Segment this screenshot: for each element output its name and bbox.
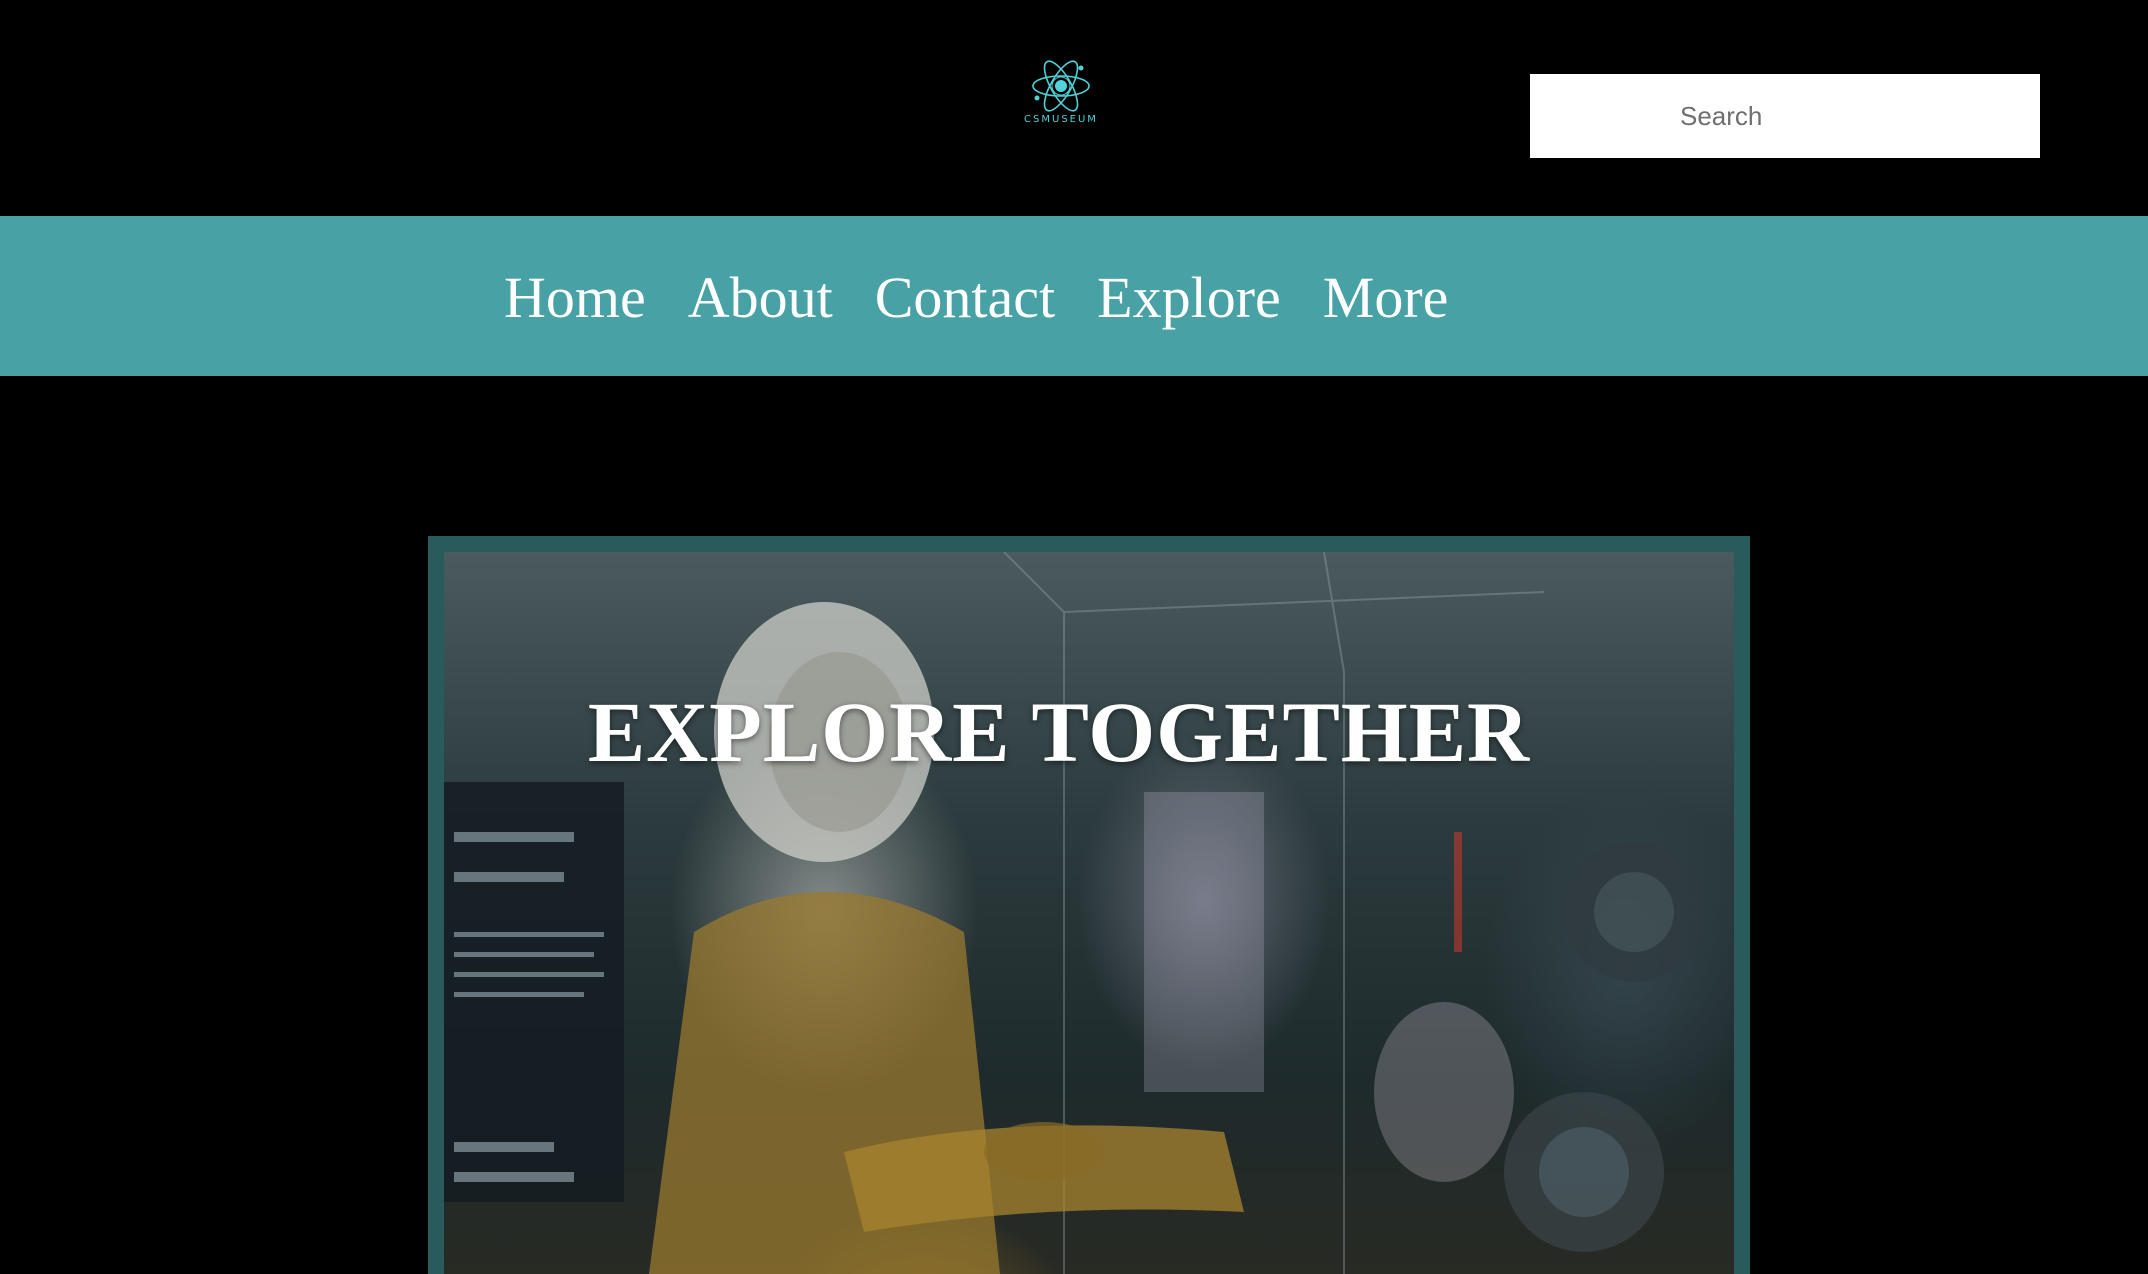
logo-text: CSMUSEUM [1024,114,1098,125]
search-box[interactable] [1530,74,2040,158]
hero-image: EXPLORE TOGETHER [444,552,1734,1274]
nav-list: Home About Contact Explore More [504,216,1490,376]
astronaut-exhibit-image [444,552,1704,1274]
museum-logo[interactable]: CSMUSEUM [1021,58,1101,134]
nav-item-more[interactable]: More [1323,265,1449,327]
search-input[interactable] [1530,74,2040,158]
nav-item-about[interactable]: About [688,265,833,327]
nav-item-home[interactable]: Home [504,265,646,327]
site-header: CSMUSEUM [0,0,2148,216]
main-nav: Home About Contact Explore More [0,216,2148,376]
nav-item-explore[interactable]: Explore [1097,265,1281,327]
atom-icon [1032,60,1090,112]
page: CSMUSEUM Home About Contact Explore More [0,0,2148,1274]
hero-section: EXPLORE TOGETHER [428,536,1750,1274]
nav-item-contact[interactable]: Contact [875,265,1055,327]
hero-title: EXPLORE TOGETHER [587,684,1531,780]
